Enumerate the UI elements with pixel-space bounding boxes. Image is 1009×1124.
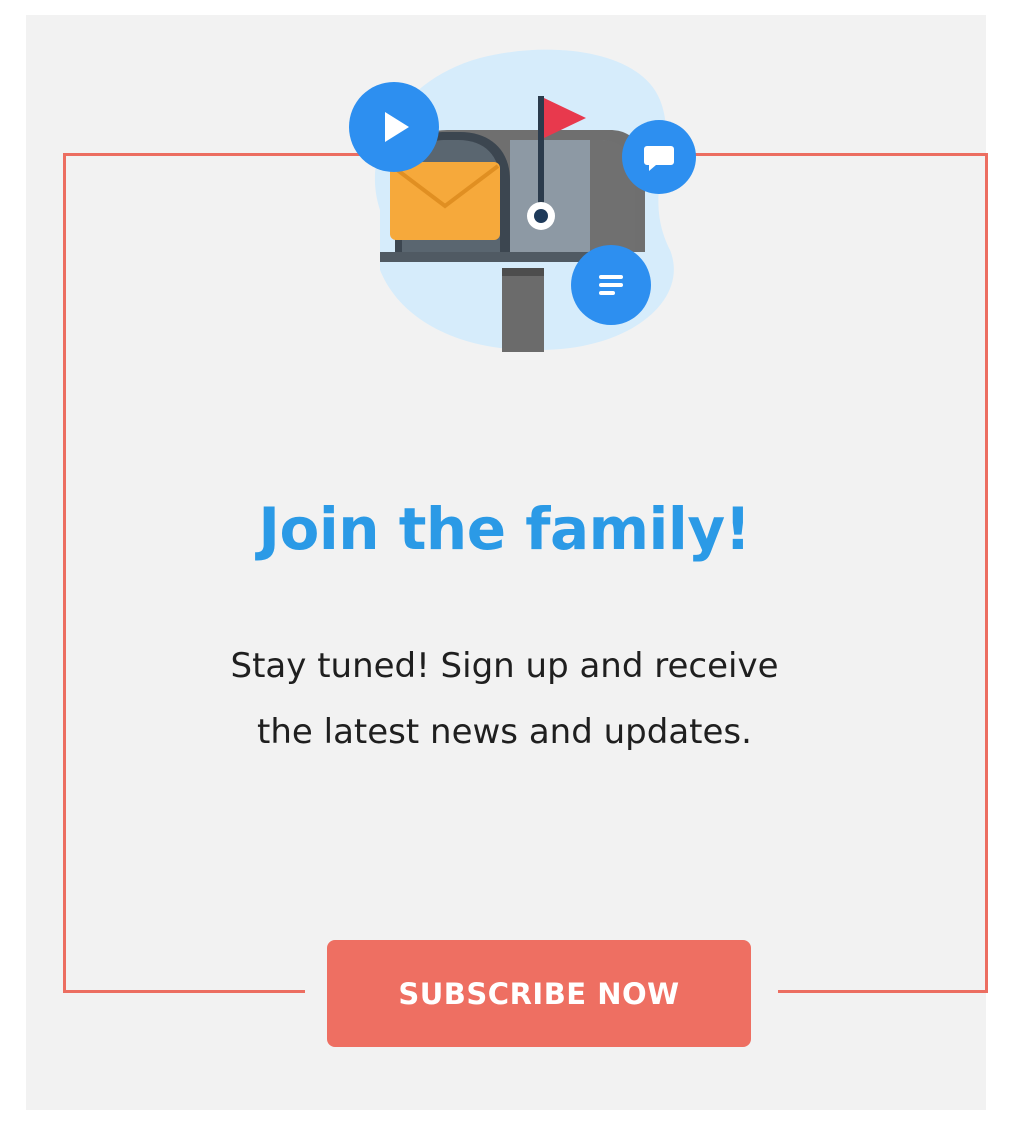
signup-title: Join the family! bbox=[258, 495, 751, 563]
play-icon bbox=[349, 82, 439, 172]
mailbox-post bbox=[502, 268, 544, 352]
document-lines-icon bbox=[571, 245, 651, 325]
signup-description: Stay tuned! Sign up and receive the late… bbox=[0, 633, 1009, 765]
chat-bubble-icon bbox=[622, 120, 696, 194]
description-line-1: Stay tuned! Sign up and receive bbox=[230, 646, 779, 686]
frame-bottom-left bbox=[63, 990, 305, 993]
frame-top-right bbox=[690, 153, 988, 156]
frame-bottom-right bbox=[778, 990, 988, 993]
subscribe-now-button[interactable]: SUBSCRIBE NOW bbox=[327, 940, 751, 1047]
frame-right bbox=[985, 153, 988, 993]
frame-top-left bbox=[63, 153, 363, 156]
frame-left bbox=[63, 153, 66, 993]
description-line-2: the latest news and updates. bbox=[257, 712, 752, 752]
envelope-icon bbox=[390, 162, 500, 240]
